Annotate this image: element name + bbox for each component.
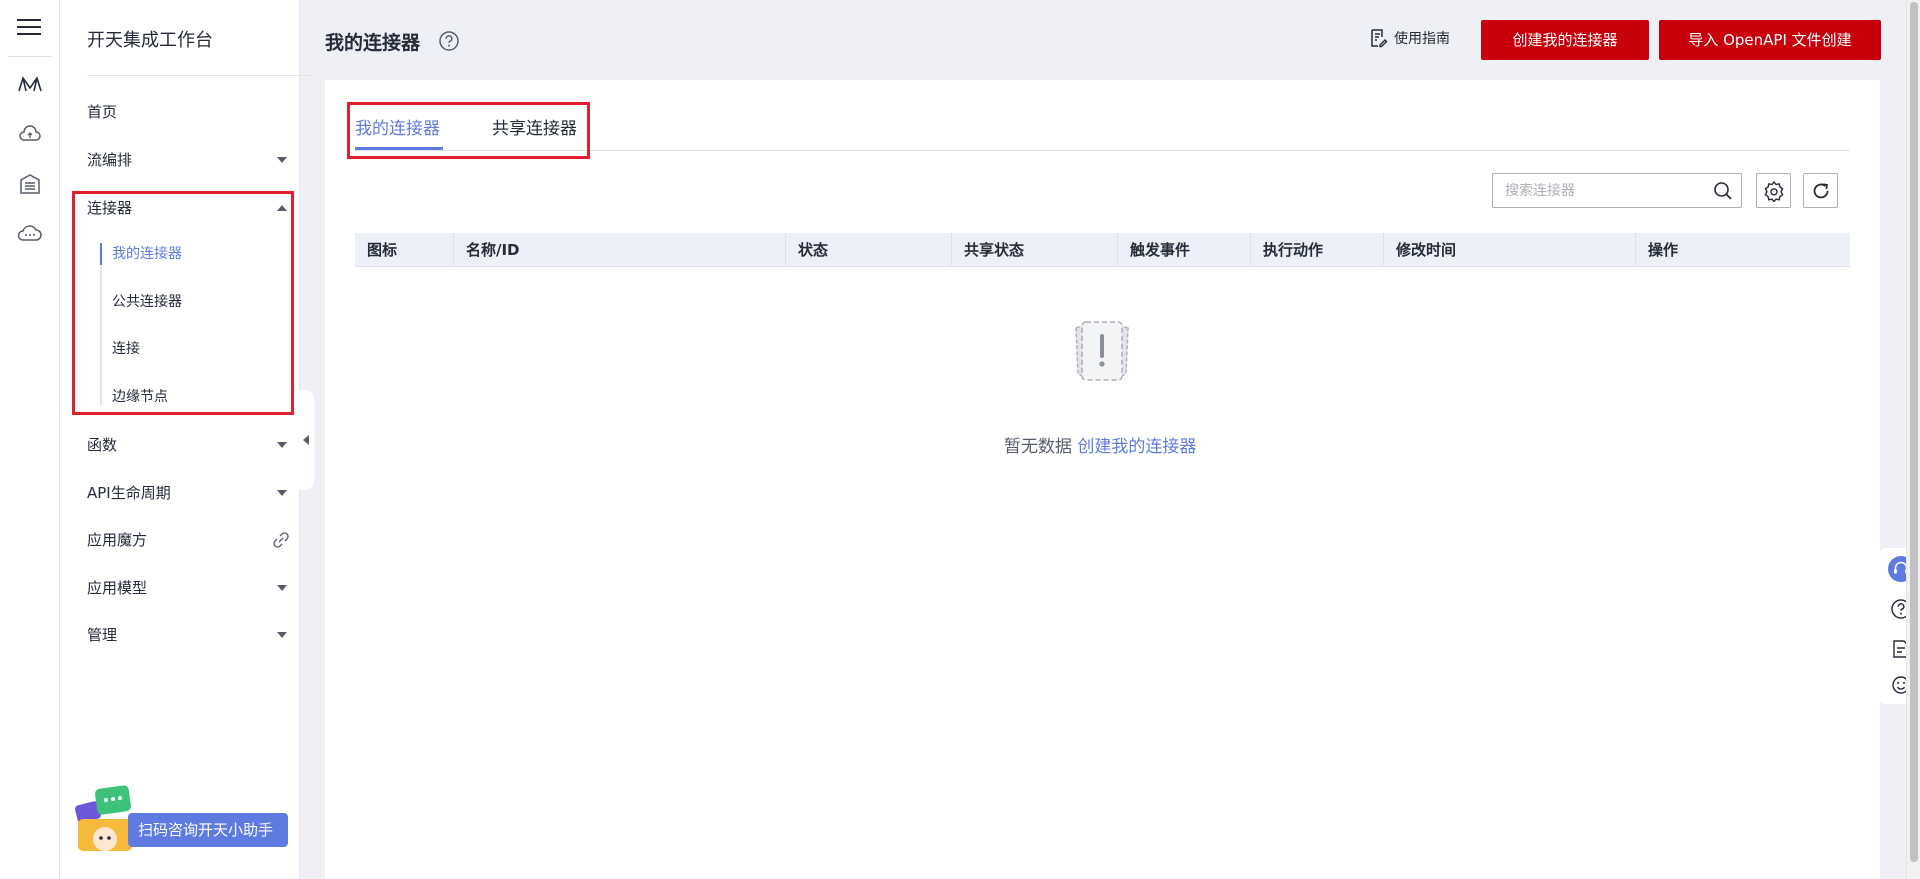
column-settings-button[interactable] [1756, 173, 1791, 208]
column-header-action: 执行动作 [1250, 233, 1383, 267]
icon-rail [0, 0, 60, 879]
cloud-more-icon[interactable] [16, 220, 44, 248]
gear-icon [1763, 180, 1784, 202]
help-circle-icon[interactable] [438, 30, 460, 52]
chevron-down-icon [277, 632, 287, 638]
nav-item-label: 应用模型 [87, 579, 148, 597]
connector-search [1492, 173, 1742, 208]
menu-icon[interactable] [14, 14, 44, 40]
refresh-icon [1813, 182, 1828, 198]
nav-item-label: 流编排 [87, 151, 133, 169]
building-icon[interactable] [16, 170, 44, 198]
search-input[interactable] [1493, 174, 1708, 207]
user-guide-label: 使用指南 [1394, 31, 1450, 47]
brand-divider [87, 75, 313, 76]
user-guide-link[interactable]: 使用指南 [1368, 28, 1450, 48]
nav-item-api-lifecycle[interactable]: API生命周期 [87, 480, 287, 506]
page-title: 我的连接器 [325, 32, 421, 54]
nav-item-label: 应用魔方 [87, 531, 148, 549]
page-scrollbar[interactable] [1906, 0, 1920, 879]
assistant-widget[interactable]: 扫码咨询开天小助手 [74, 785, 288, 851]
nav-item-admin[interactable]: 管理 [87, 622, 287, 648]
cloud-icon[interactable] [16, 120, 44, 148]
chevron-down-icon [277, 490, 287, 496]
chevron-down-icon [277, 585, 287, 591]
empty-create-connector-link[interactable]: 创建我的连接器 [1077, 437, 1196, 457]
empty-state: 暂无数据 创建我的连接器 [1004, 432, 1196, 457]
column-header-trigger: 触发事件 [1117, 233, 1250, 267]
logo-m-icon[interactable] [16, 70, 44, 98]
nav-item-label: API生命周期 [87, 484, 171, 502]
nav-item-app-cube[interactable]: 应用魔方 [87, 527, 289, 553]
empty-state-text: 暂无数据 [1004, 437, 1072, 457]
table-header: 图标 名称/ID 状态 共享状态 触发事件 执行动作 修改时间 操作 [355, 233, 1850, 267]
assistant-label: 扫码咨询开天小助手 [128, 813, 288, 847]
nav-item-app-model[interactable]: 应用模型 [87, 575, 287, 601]
highlight-box-connectors [72, 191, 294, 415]
column-header-icon: 图标 [367, 241, 398, 259]
column-header-operation: 操作 [1635, 233, 1850, 267]
column-header-modified: 修改时间 [1383, 233, 1635, 267]
scrollbar-thumb[interactable] [1910, 2, 1918, 862]
guide-doc-icon [1371, 29, 1388, 48]
empty-state-icon [1075, 321, 1129, 381]
chevron-down-icon [277, 442, 287, 448]
column-header-status: 状态 [785, 233, 951, 267]
nav-item-functions[interactable]: 函数 [87, 432, 287, 458]
column-header-name: 名称/ID [453, 233, 785, 267]
search-icon[interactable] [1713, 181, 1733, 201]
refresh-button[interactable] [1803, 173, 1838, 208]
nav-item-label: 首页 [87, 103, 118, 121]
external-link-icon [273, 532, 289, 548]
highlight-box-tabs [347, 102, 590, 159]
nav-item-label: 管理 [87, 626, 118, 644]
nav-item-label: 函数 [87, 436, 118, 454]
nav-item-home[interactable]: 首页 [87, 99, 287, 125]
sidebar-collapse-handle[interactable] [298, 390, 314, 490]
column-header-share-status: 共享状态 [951, 233, 1117, 267]
import-openapi-button[interactable]: 导入 OpenAPI 文件创建 [1659, 20, 1881, 60]
workspace-brand: 开天集成工作台 [87, 30, 213, 51]
chevron-down-icon [277, 157, 287, 163]
nav-item-flow[interactable]: 流编排 [87, 147, 287, 173]
create-connector-button[interactable]: 创建我的连接器 [1481, 20, 1649, 60]
rail-divider [8, 56, 52, 57]
